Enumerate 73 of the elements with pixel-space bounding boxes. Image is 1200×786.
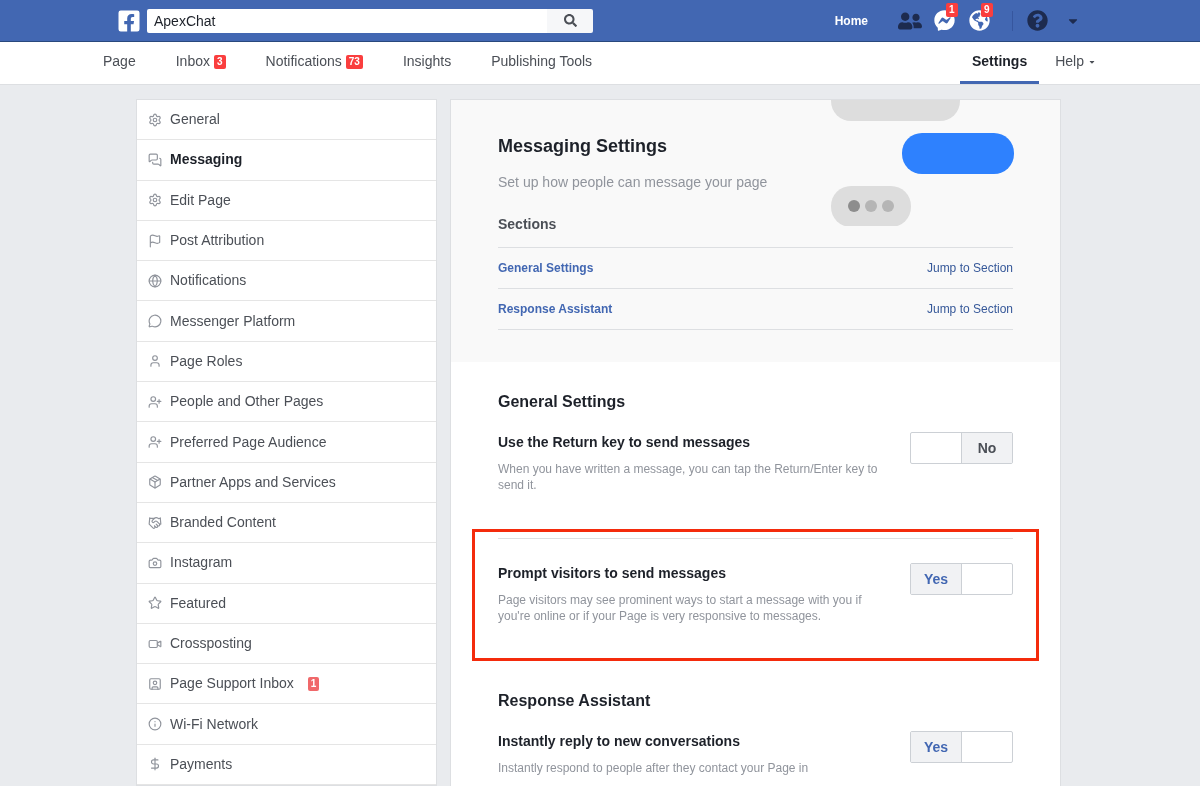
panel-title: Messaging Settings bbox=[498, 135, 669, 158]
dollar-icon bbox=[148, 757, 162, 772]
setting-description: When you have written a message, you can tap the Return/Enter key to send it. bbox=[498, 461, 878, 493]
friends-icon[interactable] bbox=[898, 10, 922, 31]
group-title: Response Assistant bbox=[497, 691, 652, 711]
sidebar-item[interactable]: Post Attribution bbox=[137, 220, 436, 262]
sidebar-item[interactable]: Page Support Inbox 1 bbox=[137, 664, 436, 705]
yes-no-toggle[interactable]: Yes bbox=[910, 731, 1013, 763]
group-title: General Settings bbox=[497, 392, 627, 412]
square-icon bbox=[148, 676, 162, 691]
sidebar-item[interactable]: Branded Content bbox=[137, 502, 436, 544]
search-button[interactable] bbox=[547, 8, 593, 33]
nav-tab[interactable]: Insights bbox=[391, 42, 463, 84]
camera-icon bbox=[148, 555, 162, 570]
info-icon bbox=[148, 717, 162, 732]
sidebar-item[interactable]: Instagram bbox=[137, 543, 436, 584]
facebook-logo[interactable] bbox=[117, 8, 141, 33]
nav-tab[interactable]: Publishing Tools bbox=[480, 42, 604, 84]
person-plus-icon bbox=[148, 435, 162, 449]
setting-title: Instantly reply to new conversations bbox=[498, 732, 741, 751]
nav-tab[interactable]: Page bbox=[92, 42, 147, 84]
notification-badge: 1 bbox=[946, 3, 958, 17]
person-icon bbox=[148, 354, 162, 369]
sidebar-item[interactable]: Edit Page bbox=[137, 180, 436, 221]
section-link[interactable]: General Settings bbox=[498, 259, 594, 277]
nav-tab[interactable]: Inbox 3 bbox=[164, 42, 237, 84]
sidebar-item[interactable]: Page Roles bbox=[137, 341, 436, 383]
sidebar-item[interactable]: Crossposting bbox=[137, 623, 436, 665]
help-icon[interactable] bbox=[1027, 10, 1048, 31]
panel-subtitle: Set up how people can message your page bbox=[498, 173, 768, 192]
setting-title: Prompt visitors to send messages bbox=[498, 564, 727, 583]
sidebar-item[interactable]: Partner Apps and Services bbox=[137, 462, 436, 503]
home-link[interactable]: Home bbox=[834, 11, 868, 30]
yes-no-toggle[interactable]: Yes bbox=[910, 563, 1013, 595]
count-badge: 3 bbox=[213, 54, 226, 69]
nav-tab[interactable]: Help bbox=[1043, 42, 1108, 84]
count-badge: 1 bbox=[307, 676, 320, 691]
gear-icon bbox=[148, 112, 162, 127]
sidebar-item[interactable]: Featured bbox=[137, 583, 436, 624]
gear-icon bbox=[148, 193, 162, 208]
setting-description: Instantly respond to people after they contact your Page in bbox=[498, 760, 810, 776]
search-icon bbox=[563, 14, 577, 27]
search-field[interactable]: ApexChat bbox=[147, 8, 547, 33]
box-icon bbox=[148, 475, 162, 490]
sidebar-item[interactable]: Payments bbox=[137, 744, 436, 786]
sidebar-item[interactable]: People and Other Pages bbox=[137, 382, 436, 423]
flag-icon bbox=[148, 233, 162, 248]
nav-tab[interactable]: Notifications 73 bbox=[254, 42, 374, 84]
person-plus-icon bbox=[148, 394, 162, 409]
toggle-label: Yes bbox=[922, 737, 950, 757]
toggle-label: No bbox=[976, 438, 998, 458]
sidebar-item[interactable]: Wi-Fi Network bbox=[137, 704, 436, 745]
section-link[interactable]: Response Assistant bbox=[498, 300, 613, 318]
handshake-icon bbox=[148, 515, 162, 530]
sidebar-item[interactable]: Preferred Page Audience bbox=[137, 422, 436, 463]
globe-icon bbox=[148, 273, 162, 288]
speech-bubble-icon bbox=[148, 314, 162, 329]
nav-tab[interactable]: Settings bbox=[959, 42, 1040, 84]
setting-title: Use the Return key to send messages bbox=[498, 433, 752, 452]
chat-icon bbox=[148, 152, 162, 167]
jump-to-section-link[interactable]: Jump to Section bbox=[926, 300, 1013, 318]
toggle-label: Yes bbox=[922, 569, 950, 589]
notification-badge: 9 bbox=[981, 3, 993, 17]
sidebar-item[interactable]: Messenger Platform bbox=[137, 301, 436, 342]
count-badge: 73 bbox=[345, 54, 363, 69]
sidebar-item[interactable]: Notifications bbox=[137, 261, 436, 302]
jump-to-section-link[interactable]: Jump to Section bbox=[926, 259, 1013, 277]
yes-no-toggle[interactable]: No bbox=[910, 432, 1013, 464]
sidebar-item[interactable]: Messaging bbox=[137, 140, 436, 181]
star-icon bbox=[148, 596, 162, 611]
sections-heading: Sections bbox=[498, 214, 1013, 248]
setting-description: Page visitors may see prominent ways to start a message with you if you're online or if your Page is very responsive to messages. bbox=[498, 592, 863, 624]
sidebar-item[interactable]: General bbox=[137, 100, 436, 141]
